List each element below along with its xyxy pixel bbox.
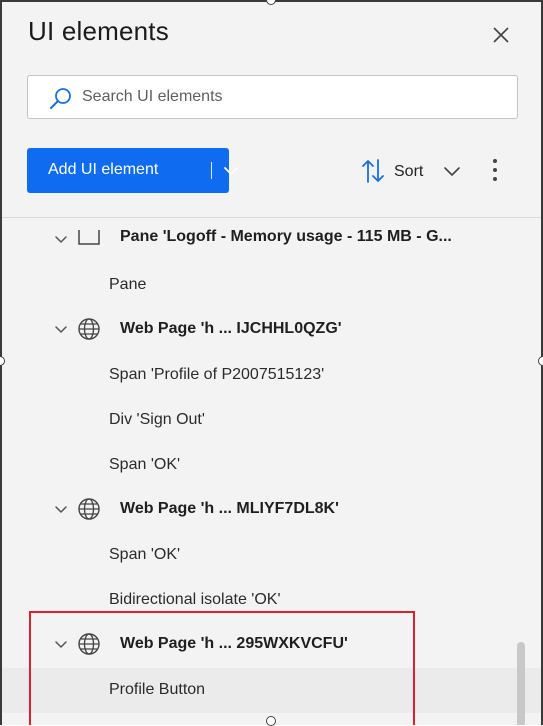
chevron-down-icon[interactable] [53,637,69,653]
tree-node-web-page[interactable]: Web Page 'h ... 295WXKVCFU' [2,623,541,668]
chevron-down-icon[interactable] [53,502,69,518]
tree-node-label: Pane 'Logoff - Memory usage - 115 MB - G… [120,228,452,245]
tree-item[interactable]: Span 'OK' [2,533,541,578]
tree-item[interactable]: Span 'OK' [2,443,541,488]
tree-item-label: Span 'Profile of P2007515123' [109,366,325,383]
sort-label: Sort [394,163,424,180]
ui-elements-tree: Pane 'Logoff - Memory usage - 115 MB - G… [2,218,541,725]
close-button[interactable] [486,20,516,50]
pane-icon [78,230,100,245]
globe-icon [78,633,100,655]
tree-item-label: Profile Button [109,681,206,698]
tree-node-pane[interactable]: Pane 'Logoff - Memory usage - 115 MB - G… [2,218,541,263]
tree-node-web-page[interactable]: Web Page 'h ... IJCHHL0QZG' [2,308,541,353]
more-options-button[interactable] [484,154,506,188]
globe-icon [78,498,100,520]
more-vertical-icon [493,159,497,181]
chevron-down-icon[interactable] [220,161,242,181]
add-ui-element-label: Add UI element [48,161,159,178]
split-button-divider [211,162,212,179]
scrollbar-thumb[interactable] [517,642,525,725]
search-input[interactable] [82,76,502,117]
tree-item-label: Bidirectional isolate 'OK' [109,591,281,608]
tree-item-label: Span 'OK' [109,456,181,473]
tree-item[interactable]: Bidirectional isolate 'OK' [2,578,541,623]
tree-item-label: Span 'OK' [109,546,181,563]
tree-item-selected[interactable]: Profile Button [2,668,541,713]
tree-node-label: Web Page 'h ... 295WXKVCFU' [120,635,348,652]
chevron-down-icon[interactable] [53,232,69,248]
resize-handle-right[interactable] [538,356,543,366]
tree-item[interactable]: Span 'Profile of P2007515123' [2,353,541,398]
panel-title: UI elements [28,16,169,46]
add-ui-element-button[interactable]: Add UI element [27,148,238,193]
ui-elements-panel: UI elements Add UI element [0,0,543,725]
chevron-down-icon[interactable] [53,322,69,338]
tree-node-label: Web Page 'h ... MLIYF7DL8K' [120,500,339,517]
tree-item[interactable]: Div 'Sign Out' [2,398,541,443]
close-icon [493,27,509,43]
tree-item-label: Div 'Sign Out' [109,411,205,428]
search-box[interactable] [27,75,518,119]
tree-node-web-page[interactable]: Web Page 'h ... MLIYF7DL8K' [2,488,541,533]
panel-header: UI elements Add UI element [2,2,541,217]
tree-node-label: Web Page 'h ... IJCHHL0QZG' [120,320,342,337]
tree-item[interactable]: Pane [2,263,541,308]
sort-button[interactable]: Sort [358,155,468,187]
globe-icon [78,318,100,340]
sort-arrows-icon [362,159,384,183]
chevron-down-icon [444,167,460,176]
search-icon [50,88,71,109]
tree-item-label: Pane [109,276,147,293]
